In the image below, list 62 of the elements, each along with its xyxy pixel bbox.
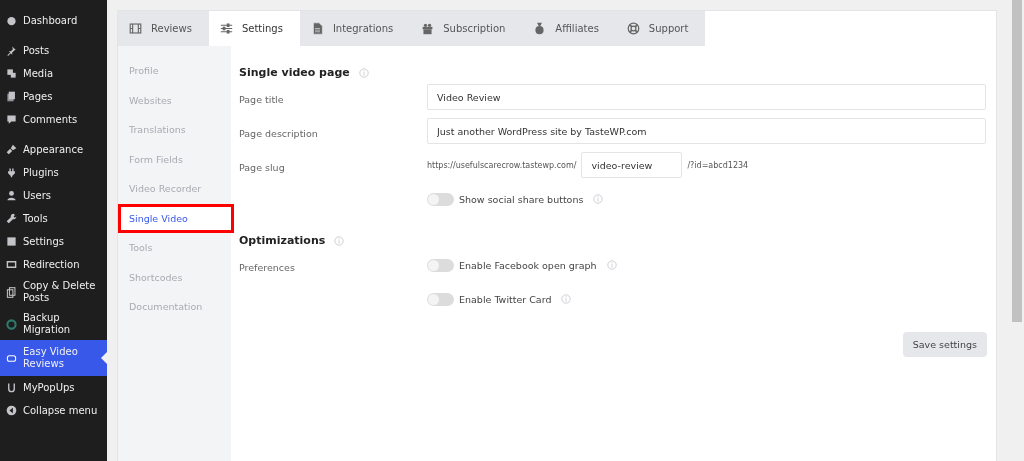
nav-link[interactable]: Single Video [118, 203, 234, 233]
menu-item[interactable]: Media [0, 62, 107, 85]
field-label: Preferences [239, 261, 295, 273]
menu-item[interactable]: Users [0, 184, 107, 207]
info-icon[interactable] [606, 260, 617, 270]
lifebuoy-icon [626, 22, 640, 35]
toggle-label: Enable Twitter Card [459, 293, 552, 305]
menu-item[interactable]: Appearance [0, 138, 107, 161]
menu-item[interactable]: Settings [0, 230, 107, 253]
tab[interactable]: Reviews [118, 11, 209, 46]
field-label: Page slug [239, 161, 285, 173]
wrench-icon [6, 213, 17, 224]
section-title: Optimizations [239, 234, 326, 247]
menu-item[interactable]: Redirection [0, 253, 107, 276]
toggle-label: Show social share buttons [459, 193, 584, 205]
text-field[interactable]: Just another WordPress site by TasteWP.com [427, 118, 986, 144]
doc-icon [310, 22, 324, 35]
bubble-icon [6, 114, 17, 125]
save-button[interactable]: Save settings [902, 332, 987, 357]
menu-item[interactable]: Pages [0, 85, 107, 108]
menu-item[interactable]: MyPopUps [0, 376, 107, 399]
url-suffix: /?id=abcd1234 [687, 160, 749, 170]
section-title: Single video page [239, 66, 350, 79]
info-icon[interactable] [593, 194, 604, 204]
toggle-label: Enable Facebook open graph [459, 259, 597, 271]
menu-item[interactable]: Backup Migration [0, 308, 107, 340]
menu-item[interactable]: Collapse menu [0, 399, 107, 422]
user-icon [6, 190, 17, 201]
menu-item[interactable]: Posts [0, 39, 107, 62]
toggle-switch[interactable] [427, 192, 454, 206]
toggle-switch[interactable] [427, 258, 454, 272]
slug-field[interactable]: video-review [581, 152, 683, 178]
field-label: Page title [239, 93, 284, 105]
menu-item[interactable]: Copy & Delete Posts [0, 276, 107, 308]
field-label: Page description [239, 127, 318, 139]
url-prefix: https://usefulscarecrow.tastewp.com/ [427, 160, 577, 170]
ring-icon [6, 318, 17, 330]
info-icon[interactable] [358, 67, 369, 78]
info-icon[interactable] [334, 235, 345, 246]
film-icon [129, 22, 142, 35]
menu-item[interactable]: Easy Video Reviews [0, 340, 107, 376]
pin-icon [6, 45, 17, 56]
back-icon [6, 405, 17, 416]
tab[interactable]: Support [615, 11, 706, 46]
tab[interactable]: Subscription [410, 11, 523, 46]
gift-icon [421, 22, 435, 35]
pages-icon [6, 91, 17, 102]
video-icon [6, 352, 17, 364]
menu-item[interactable]: Tools [0, 207, 107, 230]
text-field[interactable]: Video Review [427, 84, 986, 110]
toggle-switch[interactable] [427, 292, 454, 306]
menu-item[interactable]: Plugins [0, 161, 107, 184]
media-icon [6, 68, 17, 79]
medal-icon [533, 22, 547, 35]
tab[interactable]: Integrations [299, 11, 411, 46]
copy-icon [6, 286, 17, 298]
plug-icon [6, 167, 17, 178]
menu-item[interactable]: Comments [0, 108, 107, 131]
menu-item[interactable]: Dashboard [0, 9, 107, 32]
info-icon[interactable] [561, 294, 572, 304]
brush-icon [6, 144, 17, 155]
tab[interactable]: Affiliates [522, 11, 616, 46]
